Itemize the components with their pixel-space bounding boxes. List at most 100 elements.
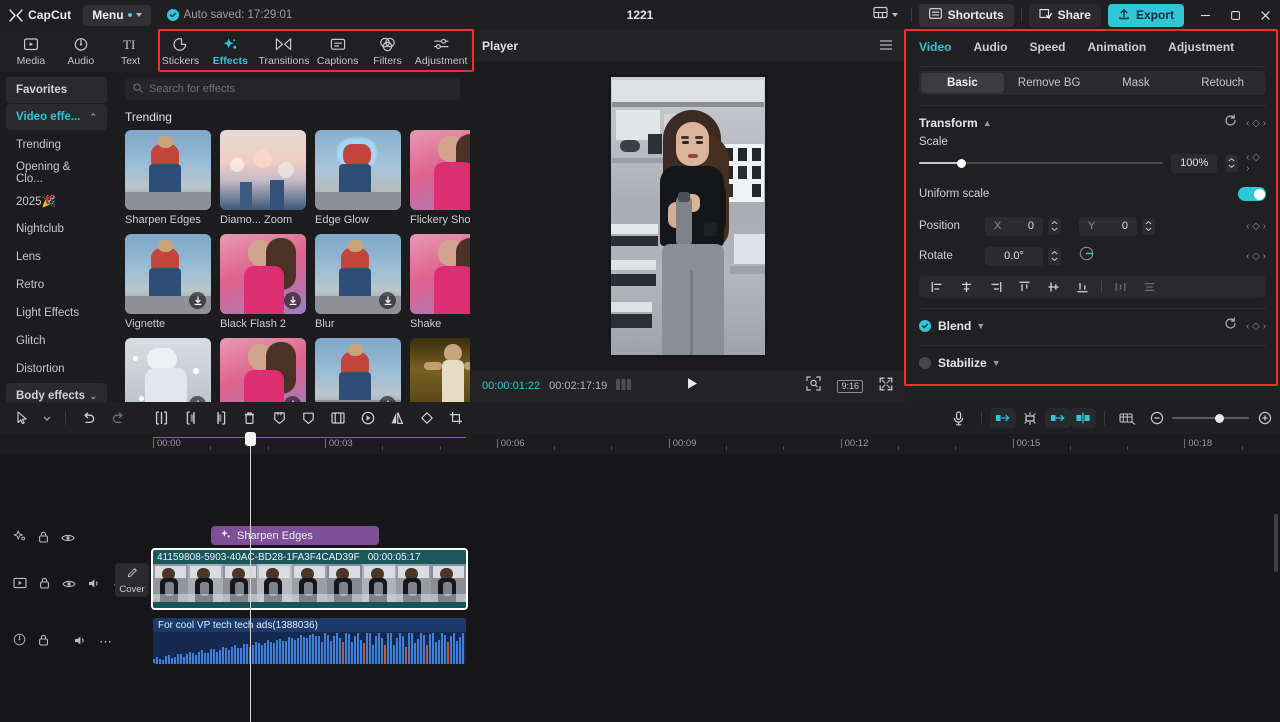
audio-track-volume-icon[interactable] (74, 633, 87, 651)
subtab-basic[interactable]: Basic (921, 73, 1004, 93)
search-effects-input[interactable]: Search for effects (125, 78, 460, 100)
minimize-button[interactable] (1190, 0, 1220, 30)
category-trending[interactable]: Trending (6, 131, 107, 158)
tool-tab-filters[interactable]: Filters (363, 31, 413, 71)
select-tool-icon[interactable] (8, 404, 37, 432)
mask-shield-icon[interactable] (294, 404, 323, 432)
video-track-volume-icon[interactable] (88, 576, 101, 594)
tool-tab-captions[interactable]: Captions (313, 31, 363, 71)
chevron-down-icon[interactable]: ▼ (992, 358, 1001, 368)
category-opening-closing[interactable]: Opening & Clo... (6, 159, 107, 186)
video-clip[interactable]: 41159808-5903-40AC-BD28-1FA3F4CAD39F 00:… (151, 548, 468, 610)
delete-icon[interactable] (235, 404, 264, 432)
category-glitch[interactable]: Glitch (6, 327, 107, 354)
position-y-field[interactable]: Y 0 (1079, 217, 1137, 236)
video-track-lock-icon[interactable] (39, 576, 50, 594)
category-lens[interactable]: Lens (6, 243, 107, 270)
effect-item[interactable]: Diamo... Zoom (220, 130, 306, 226)
align-bottom-icon[interactable] (1068, 277, 1097, 297)
effect-item[interactable]: Edge Glow (315, 130, 401, 226)
audio-track-more-icon[interactable]: ⋯ (99, 634, 113, 650)
transform-reset-icon[interactable] (1224, 114, 1237, 132)
blend-reset-icon[interactable] (1224, 317, 1237, 335)
align-center-horizontal-icon[interactable] (952, 277, 981, 297)
play-button[interactable] (686, 377, 698, 395)
tool-tab-audio[interactable]: Audio (56, 31, 106, 71)
rotate-icon[interactable] (412, 404, 441, 432)
select-tool-dropdown-icon[interactable] (37, 404, 57, 432)
export-button[interactable]: Export (1108, 4, 1184, 27)
close-button[interactable] (1250, 0, 1280, 30)
video-track-visibility-icon[interactable] (62, 576, 76, 594)
layout-button[interactable] (867, 3, 904, 27)
effect-thumbnail[interactable] (315, 130, 401, 210)
align-middle-icon[interactable] (1039, 277, 1068, 297)
download-icon[interactable] (379, 292, 396, 309)
tool-tab-transitions[interactable]: Transitions (255, 31, 313, 71)
record-voiceover-icon[interactable] (944, 404, 973, 432)
category-retro[interactable]: Retro (6, 271, 107, 298)
crop-icon[interactable] (441, 404, 470, 432)
trim-right-icon[interactable] (206, 404, 235, 432)
keyframe-control[interactable]: ‹ ◇ › (1246, 118, 1266, 129)
mirror-icon[interactable] (382, 404, 411, 432)
scale-value[interactable]: 100% (1171, 154, 1217, 173)
rotate-value[interactable]: 0.0° (985, 247, 1043, 266)
maximize-button[interactable] (1220, 0, 1250, 30)
tool-tab-effects[interactable]: Effects (205, 31, 255, 71)
chevron-up-icon[interactable]: ▲ (983, 118, 992, 128)
frames-icon[interactable] (616, 377, 631, 395)
effect-thumbnail[interactable] (315, 234, 401, 314)
subtab-retouch[interactable]: Retouch (1181, 73, 1264, 93)
fullscreen-icon[interactable] (879, 377, 893, 396)
effect-thumbnail[interactable] (125, 130, 211, 210)
category-2025[interactable]: 2025🎉 (6, 187, 107, 214)
stabilize-checkbox[interactable] (919, 357, 931, 369)
position-y-stepper[interactable] (1142, 218, 1155, 235)
download-icon[interactable] (284, 292, 301, 309)
zoom-out-icon[interactable] (1143, 404, 1172, 432)
category-video-effects[interactable]: Video effe... ⌃ (6, 104, 107, 130)
video-preview[interactable] (608, 74, 768, 358)
blend-keyframe-control[interactable]: ‹ ◇ › (1246, 321, 1266, 332)
playhead-handle[interactable] (245, 432, 256, 446)
split-icon[interactable] (147, 404, 176, 432)
tab-video[interactable]: Video (919, 40, 951, 54)
chevron-down-icon[interactable]: ▼ (976, 321, 985, 331)
effect-thumbnail[interactable] (220, 130, 306, 210)
magnet-snap-icon[interactable] (1016, 404, 1045, 432)
freeze-frame-icon[interactable] (265, 404, 294, 432)
download-icon[interactable] (189, 292, 206, 309)
timeline-zoom-slider[interactable] (1172, 412, 1249, 424)
effect-item[interactable]: Blur (315, 234, 401, 330)
effect-item[interactable]: Sharpen Edges (125, 130, 211, 226)
fit-to-screen-icon[interactable] (806, 376, 821, 396)
link-clips-icon[interactable] (1045, 408, 1071, 428)
share-button[interactable]: Share (1029, 4, 1101, 27)
tool-tab-text[interactable]: TI Text (106, 31, 156, 71)
tool-tab-adjustment[interactable]: Adjustment (412, 31, 470, 71)
undo-icon[interactable] (74, 404, 103, 432)
crop-frame-icon[interactable] (324, 404, 353, 432)
position-x-field[interactable]: X 0 (985, 217, 1043, 236)
category-distortion[interactable]: Distortion (6, 355, 107, 382)
rotate-stepper[interactable] (1048, 248, 1061, 265)
position-x-stepper[interactable] (1048, 218, 1061, 235)
playhead[interactable] (250, 454, 251, 722)
scale-slider-knob[interactable] (957, 159, 966, 168)
align-right-icon[interactable] (981, 277, 1010, 297)
scale-keyframe-control[interactable]: ‹ ◇ › (1246, 152, 1266, 174)
category-light-effects[interactable]: Light Effects (6, 299, 107, 326)
tool-tab-stickers[interactable]: Stickers (156, 31, 206, 71)
aspect-ratio-button[interactable]: 9:16 (837, 380, 863, 393)
category-nightclub[interactable]: Nightclub (6, 215, 107, 242)
position-keyframe-control[interactable]: ‹ ◇ › (1246, 221, 1266, 232)
cover-button[interactable]: Cover (115, 563, 149, 597)
align-left-icon[interactable] (923, 277, 952, 297)
effect-thumbnail[interactable] (125, 234, 211, 314)
speed-icon[interactable] (353, 404, 382, 432)
player-menu-icon[interactable] (879, 39, 893, 54)
auto-snap-left-icon[interactable] (990, 408, 1016, 428)
rotate-dial-icon[interactable] (1079, 246, 1094, 266)
shortcuts-button[interactable]: Shortcuts (919, 4, 1014, 27)
